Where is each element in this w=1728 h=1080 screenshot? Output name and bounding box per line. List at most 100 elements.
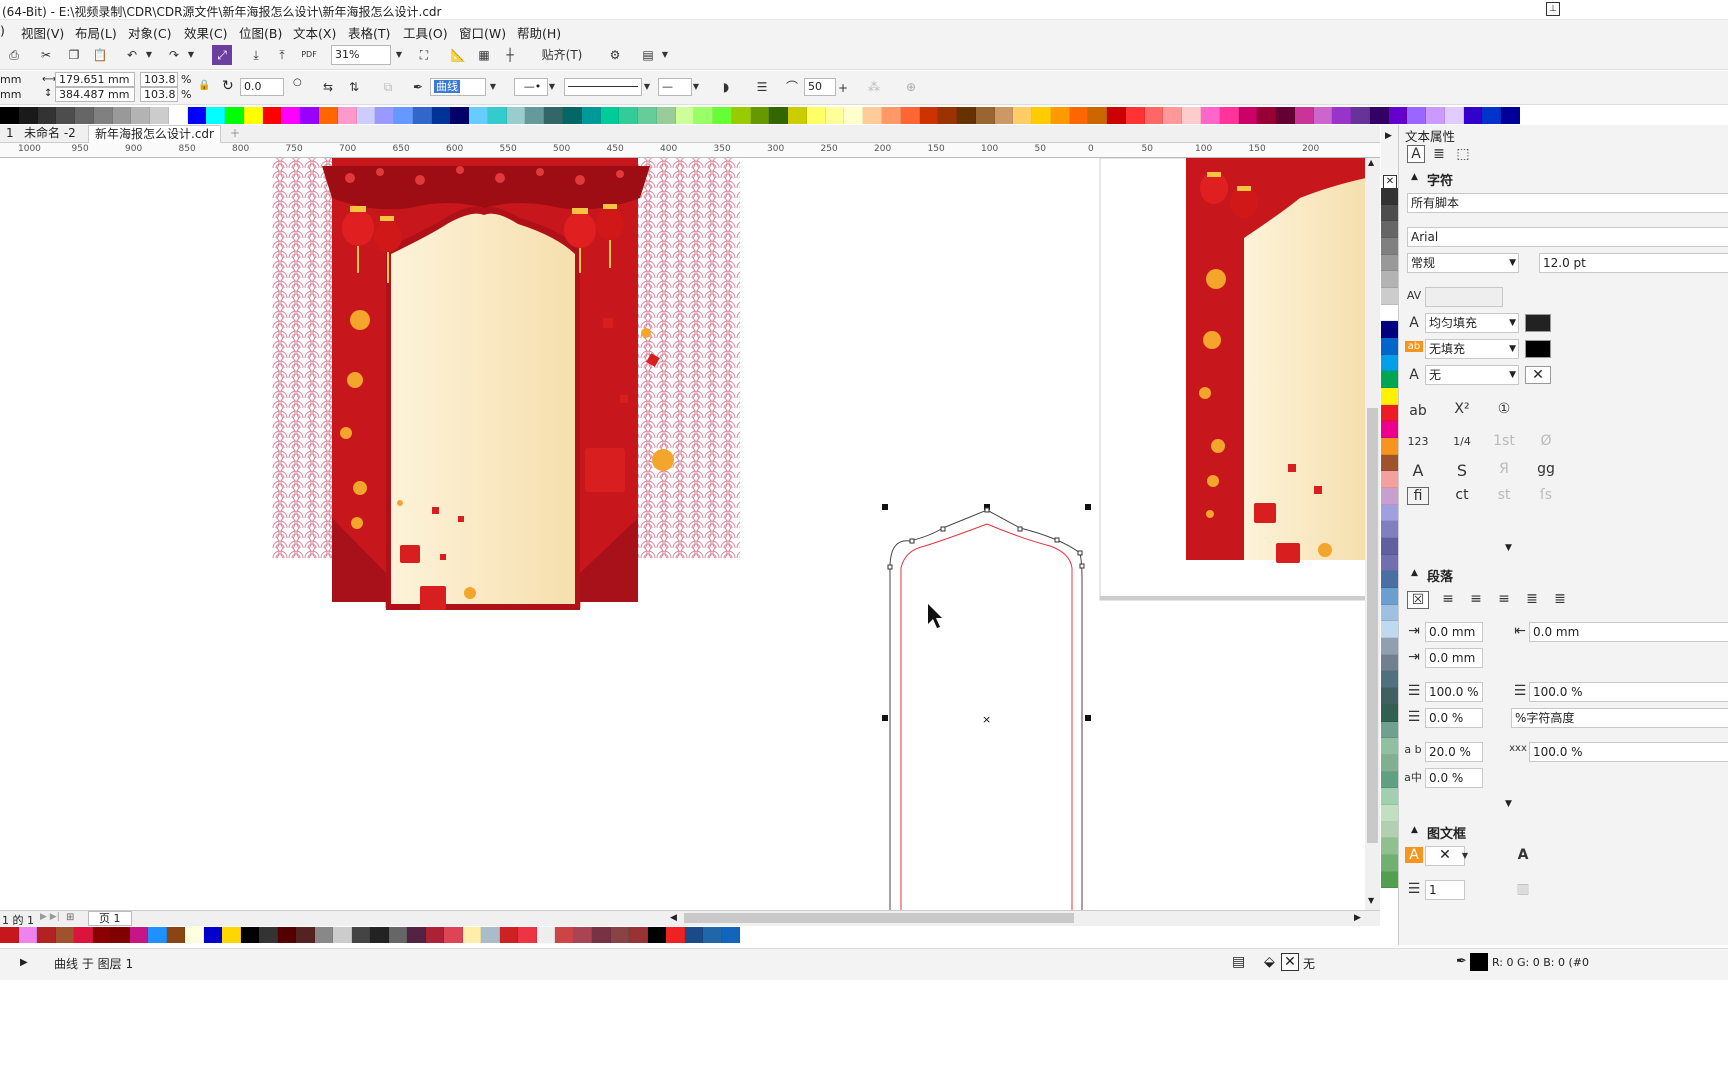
palette-bottom-swatch[interactable] xyxy=(296,927,315,943)
outline-color-swatch[interactable]: ✕ xyxy=(1525,366,1551,384)
palette-side-swatch[interactable] xyxy=(1381,354,1398,372)
line-style-field[interactable] xyxy=(564,78,642,96)
justify-icon[interactable]: ≣ xyxy=(1521,591,1543,607)
palette-top-swatch[interactable] xyxy=(431,107,451,124)
wrap-text-icon[interactable]: ☰ xyxy=(752,77,772,97)
palette-bottom-swatch[interactable] xyxy=(684,927,703,943)
guidelines-icon[interactable]: ┼ xyxy=(500,45,520,65)
import-icon[interactable]: ⤓ xyxy=(246,45,266,65)
palette-side-swatch[interactable] xyxy=(1381,521,1398,539)
palette-top-swatch[interactable] xyxy=(544,107,563,124)
palette-top-swatch[interactable] xyxy=(1219,107,1239,124)
fraction-icon[interactable]: 1/4 xyxy=(1451,435,1473,448)
palette-bottom-swatch[interactable] xyxy=(203,927,222,943)
palette-top-swatch[interactable] xyxy=(1407,107,1427,124)
close-curve-icon[interactable]: ◗ xyxy=(716,77,736,97)
drawing-canvas[interactable]: × xyxy=(0,158,1380,910)
force-justify-icon[interactable]: ≣ xyxy=(1549,591,1571,607)
palette-bottom-swatch[interactable] xyxy=(536,927,555,943)
palette-bottom-swatch[interactable] xyxy=(647,927,666,943)
palette-top-swatch[interactable] xyxy=(957,107,976,124)
print-icon[interactable]: ⎙ xyxy=(4,45,24,65)
scale-x-field[interactable]: 103.8 xyxy=(140,72,178,87)
palette-top-swatch[interactable] xyxy=(206,107,226,124)
add-page-icon[interactable]: ⊞ xyxy=(66,912,74,923)
st-ligature-icon[interactable]: st xyxy=(1493,487,1515,503)
align-left-icon[interactable]: ≡ xyxy=(1437,591,1459,607)
redo-icon[interactable]: ↷ xyxy=(164,45,184,65)
palette-side-swatch[interactable] xyxy=(1381,854,1398,872)
paragraph-tab-icon[interactable]: ≣ xyxy=(1431,146,1447,162)
palette-side-swatch[interactable] xyxy=(1381,638,1398,655)
palette-top-swatch[interactable] xyxy=(1201,107,1220,124)
palette-top-swatch[interactable] xyxy=(1182,107,1201,124)
palette-bottom-swatch[interactable] xyxy=(592,927,611,943)
slashed-zero-icon[interactable]: Ø xyxy=(1535,433,1557,449)
font-size-field[interactable]: 12.0 pt xyxy=(1539,253,1728,273)
expand-char-icon[interactable]: ▼ xyxy=(1505,543,1512,553)
palette-top-swatch[interactable] xyxy=(168,107,188,124)
fill-color-swatch[interactable] xyxy=(1525,314,1551,332)
copy-icon[interactable]: ❐ xyxy=(64,45,84,65)
palette-top-swatch[interactable] xyxy=(844,107,864,124)
palette-bottom-swatch[interactable] xyxy=(425,927,444,943)
palette-top-swatch[interactable] xyxy=(1088,107,1108,124)
font-style-dropdown[interactable]: 常规 ▼ xyxy=(1407,253,1519,273)
all-caps-icon[interactable]: A xyxy=(1407,461,1429,480)
palette-side-swatch[interactable] xyxy=(1381,721,1398,739)
palette-side-swatch[interactable] xyxy=(1381,788,1398,805)
palette-top-swatch[interactable] xyxy=(694,107,714,124)
zoom-dropdown-icon[interactable]: ▼ xyxy=(393,46,405,64)
palette-top-swatch[interactable] xyxy=(975,107,995,124)
palette-top-swatch[interactable] xyxy=(1332,107,1352,124)
frame-fill-dropdown-icon[interactable]: ▼ xyxy=(1459,847,1471,865)
palette-side-swatch[interactable] xyxy=(1381,604,1398,622)
before-para-field[interactable]: 0.0 % xyxy=(1425,708,1483,728)
script-dropdown[interactable]: 所有脚本 xyxy=(1407,193,1728,213)
no-align-icon[interactable]: ☒ xyxy=(1407,591,1429,609)
palette-side-swatch[interactable] xyxy=(1381,738,1398,755)
export-icon[interactable]: ⤒ xyxy=(272,45,292,65)
rulers-icon[interactable]: 📐 xyxy=(448,45,468,65)
paste-icon[interactable]: 📋 xyxy=(90,45,110,65)
palette-top-swatch[interactable] xyxy=(150,107,169,124)
palette-top-swatch[interactable] xyxy=(1257,107,1277,124)
palette-top-swatch[interactable] xyxy=(337,107,357,124)
palette-top-swatch[interactable] xyxy=(281,107,301,124)
palette-top-swatch[interactable] xyxy=(750,107,770,124)
palette-side-swatch[interactable] xyxy=(1381,871,1398,889)
palette-top-swatch[interactable] xyxy=(731,107,751,124)
line-spacing-field[interactable]: 100.0 % xyxy=(1425,682,1483,702)
columns-field[interactable]: 1 xyxy=(1425,880,1465,900)
palette-top-swatch[interactable] xyxy=(300,107,320,124)
page-1-tab[interactable]: 页 1 xyxy=(88,911,132,926)
lang-spacing-field[interactable]: 0.0 % xyxy=(1425,768,1483,788)
palette-side-swatch[interactable] xyxy=(1381,621,1398,639)
palette-top-swatch[interactable] xyxy=(1238,107,1258,124)
palette-top-swatch[interactable] xyxy=(319,107,338,124)
word-spacing-field[interactable]: 100.0 % xyxy=(1529,742,1728,762)
rotation-angle-field[interactable]: 0.0 xyxy=(240,78,284,96)
palette-top-swatch[interactable] xyxy=(1125,107,1145,124)
palette-side-swatch[interactable] xyxy=(1381,538,1398,555)
panel-expand-icon[interactable]: ▶ xyxy=(1385,131,1392,141)
palette-side-swatch[interactable] xyxy=(1381,754,1398,772)
palette-top-swatch[interactable] xyxy=(1482,107,1502,124)
mirror-vertical-icon[interactable]: ⇅ xyxy=(344,77,364,97)
palette-top-swatch[interactable] xyxy=(638,107,657,124)
palette-top-swatch[interactable] xyxy=(394,107,413,124)
redo-dropdown-icon[interactable]: ▼ xyxy=(186,45,196,65)
palette-side-swatch[interactable] xyxy=(1381,321,1398,339)
options-gear-icon[interactable]: ⚙ xyxy=(605,45,625,65)
palette-top-swatch[interactable] xyxy=(56,107,76,124)
tab-untitled-2[interactable]: 未命名 -2 xyxy=(18,125,82,143)
palette-bottom-swatch[interactable] xyxy=(629,927,648,943)
superscript-icon[interactable]: X² xyxy=(1451,401,1473,417)
palette-top-swatch[interactable] xyxy=(93,107,113,124)
palette-bottom-swatch[interactable] xyxy=(351,927,370,943)
spacing-unit-dropdown[interactable]: %字符高度 xyxy=(1511,708,1728,728)
palette-bottom-swatch[interactable] xyxy=(444,927,463,943)
horizontal-scrollbar[interactable]: ◀ ▶ xyxy=(670,910,1370,926)
palette-top-swatch[interactable] xyxy=(938,107,958,124)
palette-bottom-swatch[interactable] xyxy=(573,927,592,943)
